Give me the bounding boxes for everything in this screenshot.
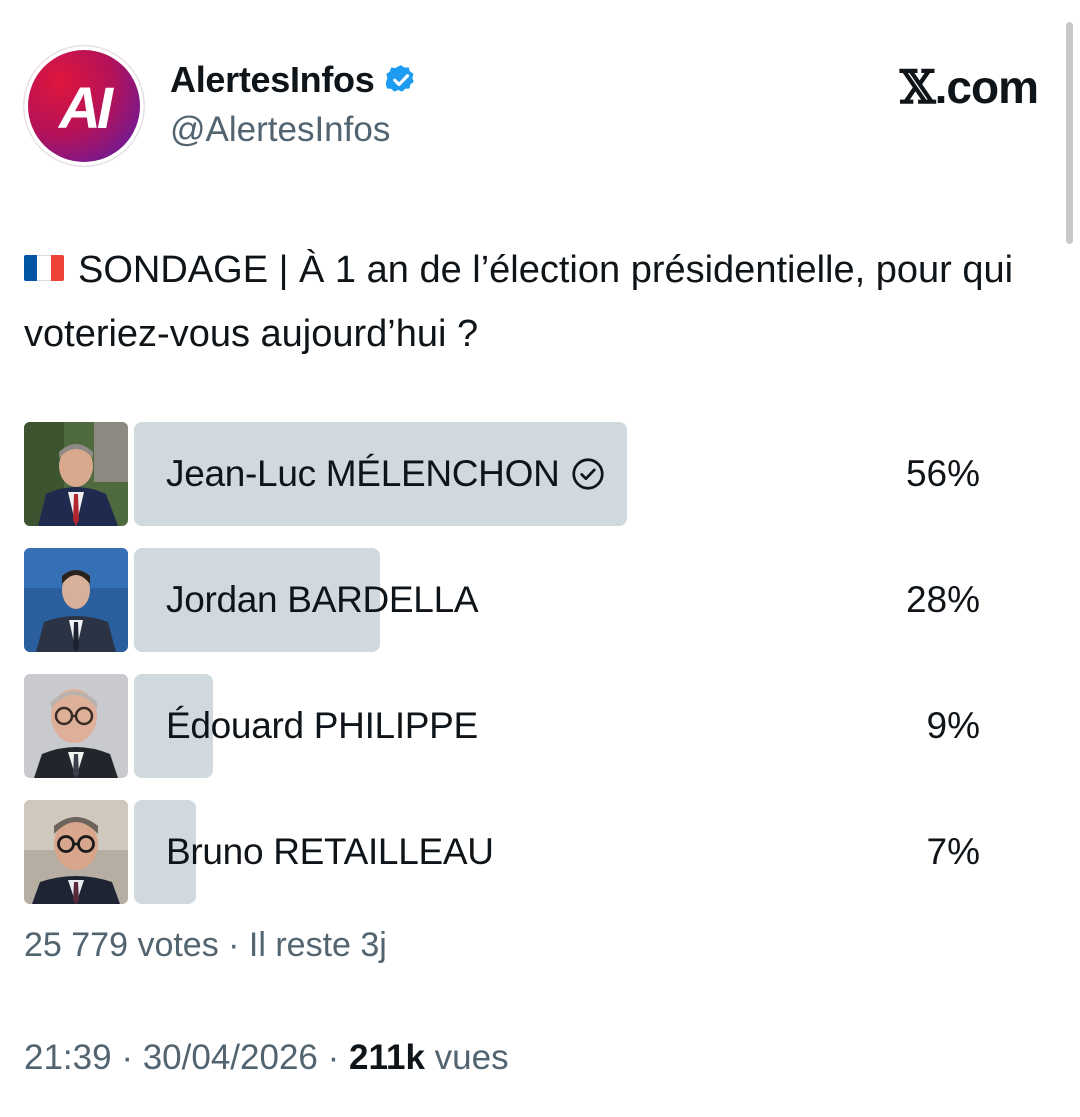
france-flag-icon bbox=[24, 255, 64, 281]
account-handle[interactable]: @AlertesInfos bbox=[170, 110, 390, 150]
separator: · bbox=[317, 1038, 349, 1077]
verified-badge-icon bbox=[386, 65, 415, 92]
option-text: Bruno RETAILLEAU bbox=[166, 831, 494, 872]
tweet-header: AI AlertesInfos @AlertesInfos 𝕏.com bbox=[24, 46, 1054, 166]
x-com-brand: 𝕏.com bbox=[899, 60, 1039, 114]
views-count[interactable]: 211k bbox=[349, 1038, 425, 1077]
poll-option-percent: 28% bbox=[905, 579, 980, 620]
scrollbar[interactable] bbox=[1066, 22, 1073, 244]
poll-option-label: Jean-Luc MÉLENCHON bbox=[166, 422, 606, 526]
poll-option-label: Jordan BARDELLA bbox=[166, 548, 479, 652]
poll: Jean-Luc MÉLENCHON 56% Jordan BARDELLA 2… bbox=[24, 422, 1054, 926]
candidate-photo bbox=[24, 674, 128, 778]
tweet-footer: 21:39 · 30/04/2026 · 211k vues bbox=[24, 1038, 509, 1078]
tweet-date[interactable]: 30/04/2026 bbox=[143, 1038, 318, 1077]
option-text: Jean-Luc MÉLENCHON bbox=[166, 453, 560, 494]
tweet-body: SONDAGE | À 1 an de l’élection président… bbox=[24, 249, 1014, 355]
poll-option[interactable]: Édouard PHILIPPE 9% bbox=[24, 674, 1054, 780]
candidate-photo bbox=[24, 548, 128, 652]
check-circle-icon bbox=[571, 458, 604, 490]
poll-option-percent: 9% bbox=[926, 705, 980, 746]
separator: · bbox=[111, 1038, 143, 1077]
name-row: AlertesInfos bbox=[170, 58, 418, 102]
option-text: Jordan BARDELLA bbox=[166, 579, 479, 620]
tweet-time[interactable]: 21:39 bbox=[24, 1038, 112, 1077]
poll-option-label: Bruno RETAILLEAU bbox=[166, 800, 494, 904]
poll-option-percent: 56% bbox=[905, 453, 980, 494]
svg-text:AI: AI bbox=[57, 76, 115, 141]
poll-option[interactable]: Jordan BARDELLA 28% bbox=[24, 548, 1054, 654]
x-logo-icon: 𝕏 bbox=[899, 60, 936, 114]
poll-option-percent: 7% bbox=[926, 831, 980, 872]
poll-option-label: Édouard PHILIPPE bbox=[166, 674, 478, 778]
brand-suffix: .com bbox=[934, 61, 1039, 113]
views-label: vues bbox=[424, 1038, 509, 1077]
candidate-photo bbox=[24, 800, 128, 904]
avatar[interactable]: AI bbox=[24, 46, 144, 166]
alertesinfos-logo-icon: AI bbox=[57, 76, 119, 141]
poll-option[interactable]: Bruno RETAILLEAU 7% bbox=[24, 800, 1054, 906]
option-text: Édouard PHILIPPE bbox=[166, 705, 478, 746]
tweet-text: SONDAGE | À 1 an de l’élection président… bbox=[24, 238, 1054, 366]
poll-option[interactable]: Jean-Luc MÉLENCHON 56% bbox=[24, 422, 1054, 528]
poll-meta: 25 779 votes · Il reste 3j bbox=[24, 926, 387, 964]
candidate-photo bbox=[24, 422, 128, 526]
display-name[interactable]: AlertesInfos bbox=[170, 59, 375, 101]
